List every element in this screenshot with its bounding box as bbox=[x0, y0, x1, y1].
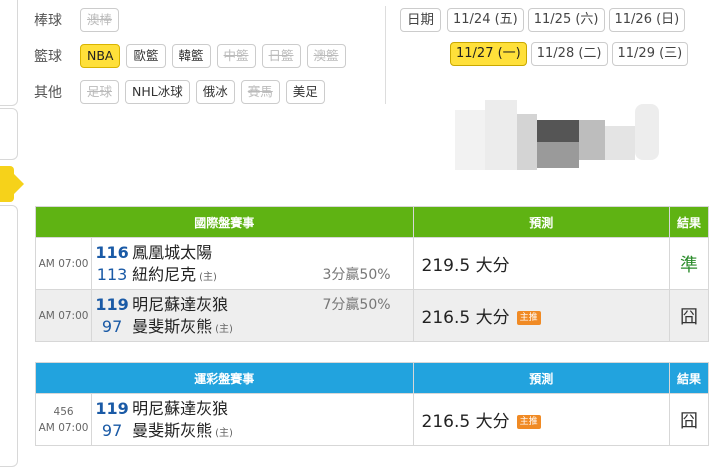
tag-soccer: 足球 bbox=[80, 80, 120, 104]
filter-label-basketball: 籃球 bbox=[34, 49, 62, 65]
prediction: 219.5 大分 bbox=[412, 237, 670, 290]
away-score: 119 bbox=[95, 398, 129, 418]
prediction: 216.5 大分 主推 bbox=[412, 393, 670, 446]
date-row-1: 日期 11/24 (五) 11/25 (六) 11/26 (日) bbox=[400, 8, 692, 32]
filter-label-baseball: 棒球 bbox=[34, 13, 62, 29]
result-mark: 囧 bbox=[668, 289, 710, 342]
date-label: 日期 bbox=[400, 8, 441, 32]
date-tag-active[interactable]: 11/27 (一) bbox=[450, 42, 527, 66]
away-team[interactable]: 明尼蘇達灰狼 bbox=[132, 295, 228, 314]
filter-row-baseball: 棒球 澳棒 bbox=[34, 8, 352, 32]
tag-russia-hockey[interactable]: 俄冰 bbox=[195, 80, 235, 104]
header-predict: 預測 bbox=[412, 362, 670, 394]
rail-panel-top bbox=[0, 0, 18, 106]
table-row[interactable]: AM 07:00 116 鳳凰城太陽 113 紐約尼克 (主) 3分贏50% 219.… bbox=[34, 237, 710, 290]
filter-row-basketball: 籃球 NBA 歐籃 韓籃 中籃 日籃 澳籃 bbox=[34, 44, 352, 68]
game-time-cell: 456 AM 07:00 bbox=[34, 393, 93, 446]
away-line: 119 明尼蘇達灰狼 bbox=[92, 398, 412, 420]
table-row[interactable]: 456 AM 07:00 119 明尼蘇達灰狼 97 曼斐斯灰熊 (主) 216.5 … bbox=[34, 393, 710, 446]
teams-cell: 116 鳳凰城太陽 113 紐約尼克 (主) 3分贏50% bbox=[91, 237, 414, 290]
home-line: 97 曼斐斯灰熊 (主) bbox=[92, 316, 412, 338]
result-mark: 準 bbox=[668, 237, 710, 290]
rail-panel-bottom bbox=[0, 205, 18, 467]
date-tag[interactable]: 11/26 (日) bbox=[608, 8, 686, 32]
featured-pick-badge: 主推 bbox=[516, 311, 541, 325]
date-tag[interactable]: 11/29 (三) bbox=[611, 42, 689, 66]
home-score: 97 bbox=[101, 420, 123, 440]
away-score: 116 bbox=[95, 242, 129, 262]
tag-aus-basketball: 澳籃 bbox=[306, 44, 346, 68]
rail-panel-mid bbox=[0, 108, 18, 160]
tag-euro-basketball[interactable]: 歐籃 bbox=[126, 44, 166, 68]
home-team[interactable]: 曼斐斯灰熊 bbox=[132, 421, 212, 440]
home-line: 97 曼斐斯灰熊 (主) bbox=[92, 420, 412, 442]
header-event: 國際盤賽事 bbox=[35, 206, 414, 238]
home-mark: (主) bbox=[215, 323, 233, 335]
handicap-odds: 7分贏50% bbox=[322, 296, 391, 313]
result-mark: 囧 bbox=[668, 393, 710, 446]
away-score: 119 bbox=[95, 294, 129, 314]
game-time: AM 07:00 bbox=[38, 421, 89, 434]
home-score: 97 bbox=[101, 316, 123, 336]
tag-nhl[interactable]: NHL冰球 bbox=[125, 80, 190, 104]
teams-cell: 119 明尼蘇達灰狼 97 曼斐斯灰熊 (主) bbox=[91, 393, 414, 446]
date-tag[interactable]: 11/28 (二) bbox=[530, 42, 608, 66]
home-score: 113 bbox=[96, 264, 128, 284]
header-result: 結果 bbox=[668, 362, 710, 394]
tag-nba[interactable]: NBA bbox=[80, 44, 121, 68]
filter-label-other: 其他 bbox=[34, 85, 62, 101]
lottery-games-table: 運彩盤賽事 預測 結果 456 AM 07:00 119 明尼蘇達灰狼 97 曼斐斯… bbox=[34, 362, 710, 446]
intl-games-table: 國際盤賽事 預測 結果 AM 07:00 116 鳳凰城太陽 113 紐約尼克 (主)… bbox=[34, 206, 710, 342]
filter-row-other: 其他 足球 NHL冰球 俄冰 賽馬 美足 bbox=[34, 80, 352, 104]
tag-japan-basketball: 日籃 bbox=[261, 44, 301, 68]
header-result: 結果 bbox=[668, 206, 710, 238]
game-time: AM 07:00 bbox=[34, 237, 93, 290]
date-row-2: 11/27 (一) 11/28 (二) 11/29 (三) bbox=[400, 42, 692, 66]
tag-china-basketball: 中籃 bbox=[216, 44, 256, 68]
prediction-text: 219.5 大分 bbox=[421, 256, 510, 276]
teams-cell: 119 明尼蘇達灰狼 7分贏50% 97 曼斐斯灰熊 (主) bbox=[91, 289, 414, 342]
away-line: 116 鳳凰城太陽 bbox=[92, 242, 412, 264]
away-team[interactable]: 明尼蘇達灰狼 bbox=[132, 399, 228, 418]
home-mark: (主) bbox=[199, 271, 217, 283]
left-rail bbox=[0, 0, 24, 467]
prediction-text: 216.5 大分 bbox=[421, 412, 510, 432]
prediction-text: 216.5 大分 bbox=[421, 308, 510, 328]
filter-divider bbox=[385, 6, 386, 104]
home-team[interactable]: 曼斐斯灰熊 bbox=[132, 317, 212, 336]
prediction: 216.5 大分 主推 bbox=[412, 289, 670, 342]
date-selector: 日期 11/24 (五) 11/25 (六) 11/26 (日) 11/27 (… bbox=[400, 8, 692, 76]
date-tag[interactable]: 11/25 (六) bbox=[527, 8, 605, 32]
table-row[interactable]: AM 07:00 119 明尼蘇達灰狼 7分贏50% 97 曼斐斯灰熊 (主) 216… bbox=[34, 289, 710, 342]
tag-horse-racing: 賽馬 bbox=[240, 80, 280, 104]
header-predict: 預測 bbox=[412, 206, 670, 238]
game-code: 456 bbox=[53, 405, 74, 418]
home-mark: (主) bbox=[215, 427, 233, 439]
tag-korea-basketball[interactable]: 韓籃 bbox=[171, 44, 211, 68]
home-team[interactable]: 紐約尼克 bbox=[132, 265, 196, 284]
away-line: 119 明尼蘇達灰狼 7分贏50% bbox=[92, 294, 412, 316]
table-header: 國際盤賽事 預測 結果 bbox=[35, 206, 710, 238]
date-tag[interactable]: 11/24 (五) bbox=[447, 8, 524, 32]
sport-filters: 棒球 澳棒 籃球 NBA 歐籃 韓籃 中籃 日籃 澳籃 其他 足球 NHL冰球 … bbox=[34, 8, 352, 116]
tag-american-football[interactable]: 美足 bbox=[285, 80, 325, 104]
away-team[interactable]: 鳳凰城太陽 bbox=[132, 243, 212, 262]
rail-toggle-tab[interactable] bbox=[0, 166, 24, 202]
header-event: 運彩盤賽事 bbox=[35, 362, 414, 394]
table-header: 運彩盤賽事 預測 結果 bbox=[35, 362, 710, 394]
game-time: AM 07:00 bbox=[34, 289, 93, 342]
pixelated-logo-image bbox=[455, 100, 665, 172]
home-line: 113 紐約尼克 (主) 3分贏50% bbox=[92, 264, 412, 286]
handicap-odds: 3分贏50% bbox=[322, 266, 391, 283]
featured-pick-badge: 主推 bbox=[516, 415, 541, 429]
tag-aus-baseball: 澳棒 bbox=[80, 8, 120, 32]
